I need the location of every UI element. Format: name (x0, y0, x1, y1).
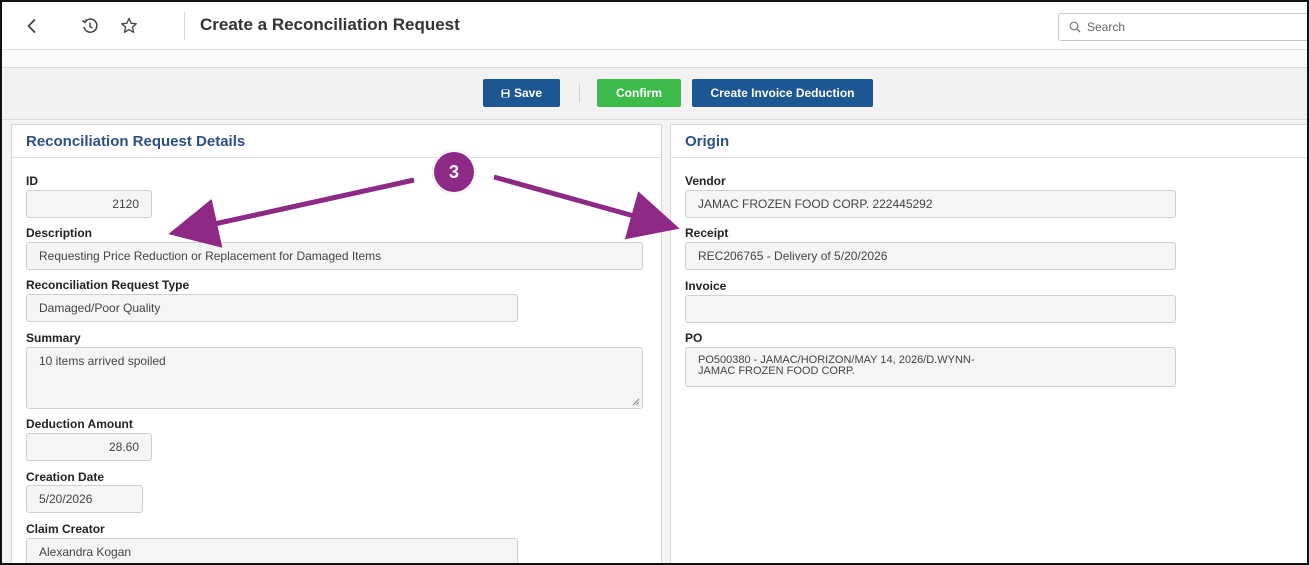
receipt-field[interactable]: REC206765 - Delivery of 5/20/2026 (685, 242, 1176, 270)
summary-label: Summary (26, 331, 81, 345)
po-line-2: JAMAC FROZEN FOOD CORP. (698, 365, 855, 377)
page-title: Create a Reconciliation Request (200, 15, 460, 34)
save-button[interactable]: Save (483, 79, 560, 107)
id-field[interactable]: 2120 (26, 190, 152, 218)
panel-divider (12, 157, 661, 158)
back-icon[interactable] (22, 16, 42, 36)
top-header: Create a Reconciliation Request (2, 2, 1307, 50)
request-type-label: Reconciliation Request Type (26, 278, 190, 292)
search-box[interactable] (1058, 13, 1307, 41)
vendor-label: Vendor (685, 174, 726, 188)
origin-panel: Origin Vendor JAMAC FROZEN FOOD CORP. 22… (670, 124, 1307, 563)
app-window: Create a Reconciliation Request Save Con… (0, 0, 1309, 565)
creation-date-field[interactable]: 5/20/2026 (26, 485, 143, 513)
header-divider (184, 12, 185, 40)
origin-panel-title: Origin (685, 133, 730, 150)
summary-textarea[interactable]: 10 items arrived spoiled (26, 347, 643, 409)
id-label: ID (26, 174, 38, 188)
summary-text: 10 items arrived spoiled (39, 354, 166, 368)
claim-creator-label: Claim Creator (26, 522, 105, 536)
reconciliation-details-panel: Reconciliation Request Details ID 2120 D… (11, 124, 662, 563)
create-invoice-deduction-button[interactable]: Create Invoice Deduction (692, 79, 873, 107)
header-band (2, 50, 1307, 68)
search-icon (1069, 21, 1081, 33)
star-icon[interactable] (119, 16, 139, 36)
receipt-label: Receipt (685, 226, 729, 240)
description-label: Description (26, 226, 93, 240)
toolbar-divider (579, 84, 580, 102)
step-number-badge: 3 (432, 150, 476, 194)
creation-date-label: Creation Date (26, 470, 105, 484)
deduction-amount-field[interactable]: 28.60 (26, 433, 152, 461)
resize-handle-icon[interactable] (632, 398, 640, 406)
details-panel-title: Reconciliation Request Details (26, 133, 246, 150)
deduction-amount-label: Deduction Amount (26, 417, 133, 431)
confirm-button[interactable]: Confirm (597, 79, 681, 107)
po-label: PO (685, 331, 703, 345)
floppy-icon (501, 89, 510, 98)
panel-divider (671, 157, 1307, 158)
vendor-field[interactable]: JAMAC FROZEN FOOD CORP. 222445292 (685, 190, 1176, 218)
history-icon[interactable] (80, 16, 100, 36)
request-type-field[interactable]: Damaged/Poor Quality (26, 294, 518, 322)
search-input[interactable] (1087, 18, 1287, 36)
po-field[interactable]: PO500380 - JAMAC/HORIZON/MAY 14, 2026/D.… (685, 347, 1176, 387)
save-label: Save (513, 86, 543, 100)
claim-creator-field[interactable]: Alexandra Kogan (26, 538, 518, 563)
action-toolbar: Save Confirm Create Invoice Deduction (2, 68, 1307, 120)
description-field[interactable]: Requesting Price Reduction or Replacemen… (26, 242, 643, 270)
invoice-label: Invoice (685, 279, 727, 293)
invoice-field[interactable] (685, 295, 1176, 323)
